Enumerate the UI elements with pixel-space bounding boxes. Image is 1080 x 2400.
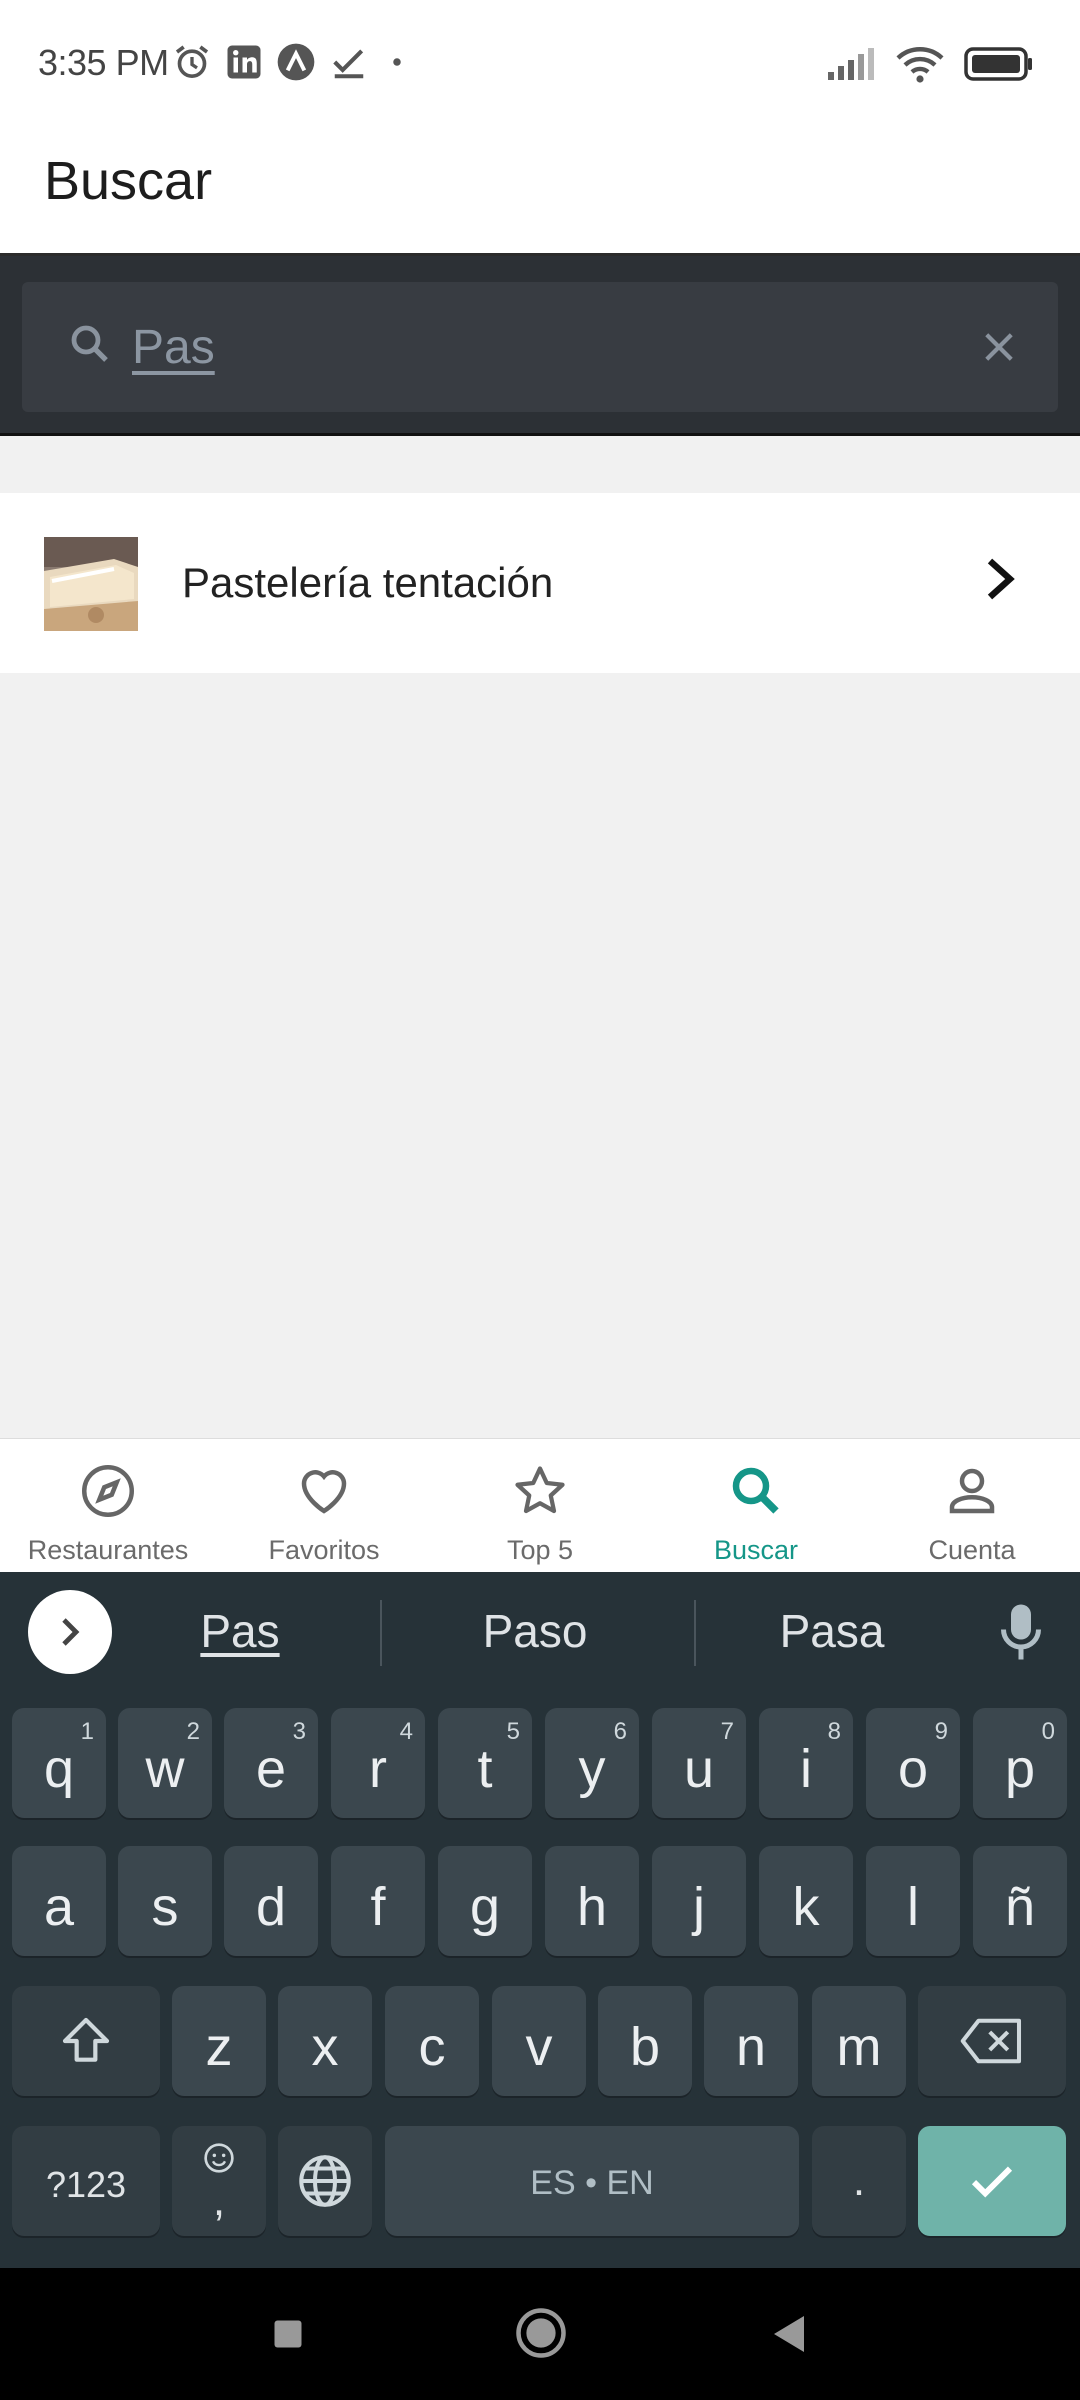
divider	[380, 1600, 382, 1666]
microphone-icon[interactable]	[998, 1602, 1044, 1662]
key-enye[interactable]: ñ	[973, 1846, 1067, 1956]
heart-icon	[301, 1470, 347, 1514]
key-f[interactable]: f	[331, 1846, 425, 1956]
suggestion-item[interactable]: Pasa	[702, 1604, 962, 1658]
system-status-icons	[826, 44, 1034, 84]
linkedin-icon	[227, 45, 261, 79]
result-label: Pastelería tentación	[182, 559, 554, 606]
key-a[interactable]: a	[12, 1846, 106, 1956]
key-v[interactable]: v	[492, 1986, 586, 2096]
key-y[interactable]: y6	[545, 1708, 639, 1818]
emoji-icon	[204, 2143, 234, 2173]
battery-icon	[964, 47, 1032, 81]
key-z[interactable]: z	[172, 1986, 266, 2096]
key-g[interactable]: g	[438, 1846, 532, 1956]
status-bar: 3:35 PM	[0, 0, 1080, 128]
expand-toolbar-button[interactable]	[28, 1590, 112, 1674]
checkmark-icon	[333, 49, 364, 79]
backspace-key[interactable]	[918, 1986, 1066, 2096]
key-c[interactable]: c	[385, 1986, 479, 2096]
checkmark-icon	[971, 2166, 1013, 2198]
divider	[694, 1600, 696, 1666]
page-title: Buscar	[44, 151, 213, 211]
dot-icon	[393, 58, 401, 66]
chevron-right-icon	[62, 1618, 80, 1646]
key-h[interactable]: h	[545, 1846, 639, 1956]
recent-apps-icon[interactable]	[270, 2316, 306, 2352]
key-u[interactable]: u7	[652, 1708, 746, 1818]
nav-item-top5[interactable]: Top 5	[432, 1439, 648, 1572]
key-j[interactable]: j	[652, 1846, 746, 1956]
suggestion-item[interactable]: Paso	[405, 1604, 665, 1658]
star-icon	[515, 1466, 565, 1514]
suggestion-item[interactable]: Pas	[110, 1604, 370, 1658]
key-k[interactable]: k	[759, 1846, 853, 1956]
status-time: 3:35 PM	[38, 42, 169, 83]
alarm-icon	[175, 45, 209, 78]
nav-label: Restaurantes	[27, 1535, 189, 1565]
compass-icon	[82, 1465, 134, 1517]
suggestion-bar: Pas Paso Pasa	[0, 1572, 1080, 1696]
on-screen-keyboard: Pas Paso Pasa q1 w2 e3 r4 t5 y6 u7 i8 o9…	[0, 1572, 1080, 2268]
nav-item-buscar[interactable]: Buscar	[648, 1439, 864, 1572]
close-icon[interactable]	[978, 326, 1020, 368]
nav-label: Cuenta	[928, 1535, 1016, 1565]
key-o[interactable]: o9	[866, 1708, 960, 1818]
restaurant-thumbnail	[44, 537, 138, 631]
nav-item-cuenta[interactable]: Cuenta	[864, 1439, 1080, 1572]
back-icon[interactable]	[768, 2312, 808, 2356]
key-l[interactable]: l	[866, 1846, 960, 1956]
key-q[interactable]: q1	[12, 1708, 106, 1818]
key-p[interactable]: p0	[973, 1708, 1067, 1818]
space-key[interactable]: ES • EN	[385, 2126, 799, 2236]
search-input[interactable]	[132, 308, 952, 386]
key-e[interactable]: e3	[224, 1708, 318, 1818]
key-n[interactable]: n	[704, 1986, 798, 2096]
enter-key[interactable]	[918, 2126, 1066, 2236]
nav-item-favoritos[interactable]: Favoritos	[216, 1439, 432, 1572]
backspace-icon	[960, 2018, 1022, 2064]
key-s[interactable]: s	[118, 1846, 212, 1956]
key-m[interactable]: m	[812, 1986, 906, 2096]
app-icon	[277, 43, 315, 81]
search-icon	[732, 1467, 779, 1514]
key-t[interactable]: t5	[438, 1708, 532, 1818]
search-box[interactable]	[22, 282, 1058, 412]
bottom-navigation: Restaurantes Favoritos Top 5 Buscar Cuen…	[0, 1438, 1080, 1572]
language-key[interactable]	[278, 2126, 372, 2236]
nav-item-restaurantes[interactable]: Restaurantes	[0, 1439, 216, 1572]
shift-icon	[62, 2017, 110, 2062]
notification-icons	[172, 42, 412, 82]
list-item[interactable]: Pastelería tentación	[0, 493, 1080, 673]
key-d[interactable]: d	[224, 1846, 318, 1956]
system-navigation-bar	[0, 2268, 1080, 2400]
chevron-right-icon	[987, 558, 1015, 600]
key-i[interactable]: i8	[759, 1708, 853, 1818]
symbols-key[interactable]: ?123	[12, 2126, 160, 2236]
key-x[interactable]: x	[278, 1986, 372, 2096]
key-r[interactable]: r4	[331, 1708, 425, 1818]
key-w[interactable]: w2	[118, 1708, 212, 1818]
person-icon	[949, 1468, 995, 1514]
emoji-comma-key[interactable]: ,	[172, 2126, 266, 2236]
globe-icon	[299, 2155, 351, 2207]
nav-label: Buscar	[713, 1535, 799, 1565]
nav-label: Top 5	[506, 1535, 574, 1565]
key-b[interactable]: b	[598, 1986, 692, 2096]
signal-icon	[828, 48, 874, 80]
wifi-icon	[896, 47, 944, 83]
search-icon	[71, 325, 108, 362]
home-icon[interactable]	[514, 2306, 568, 2360]
nav-label: Favoritos	[268, 1535, 380, 1565]
shift-key[interactable]	[12, 1986, 160, 2096]
period-key[interactable]: .	[812, 2126, 906, 2236]
